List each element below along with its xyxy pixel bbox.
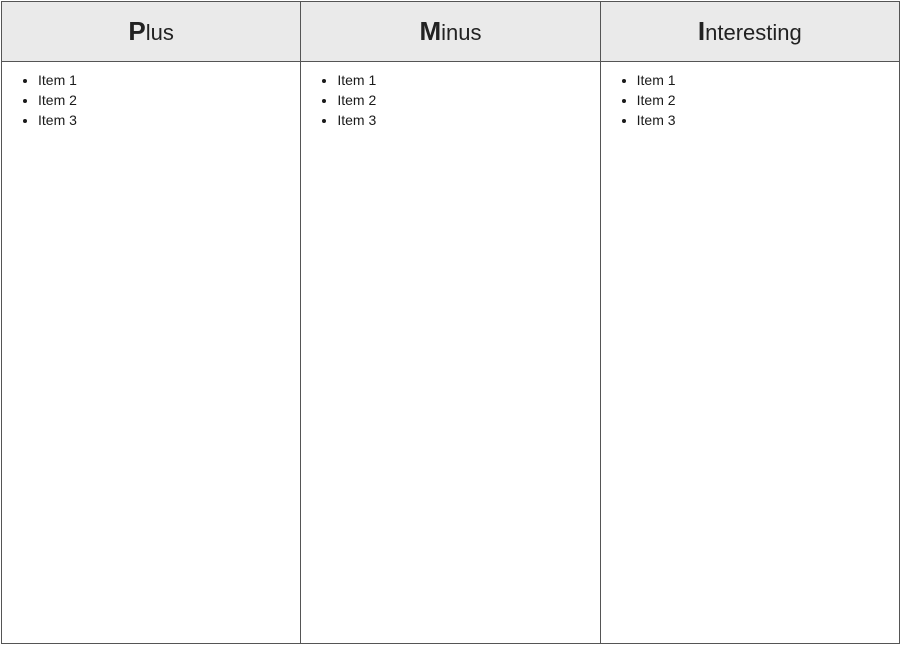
list-item: Item 2 [637,92,889,108]
plus-header: Plus [2,2,301,61]
minus-first-letter: M [419,16,441,46]
interesting-header: Interesting [601,2,899,61]
list-item: Item 1 [637,72,889,88]
minus-list: Item 1 Item 2 Item 3 [321,72,589,128]
interesting-list: Item 1 Item 2 Item 3 [621,72,889,128]
interesting-rest: nteresting [705,20,802,45]
plus-list: Item 1 Item 2 Item 3 [22,72,290,128]
list-item: Item 2 [38,92,290,108]
plus-first-letter: P [128,16,145,46]
plus-body: Item 1 Item 2 Item 3 [2,62,301,643]
plus-rest: lus [146,20,174,45]
interesting-body: Item 1 Item 2 Item 3 [601,62,899,643]
minus-body: Item 1 Item 2 Item 3 [301,62,600,643]
list-item: Item 1 [337,72,589,88]
minus-rest: inus [441,20,481,45]
body-row: Item 1 Item 2 Item 3 Item 1 Item 2 Item … [2,62,899,643]
pmi-table: Plus Minus Interesting Item 1 Item 2 Ite… [1,1,900,644]
header-row: Plus Minus Interesting [2,2,899,62]
list-item: Item 1 [38,72,290,88]
list-item: Item 3 [337,112,589,128]
minus-header: Minus [301,2,600,61]
list-item: Item 2 [337,92,589,108]
list-item: Item 3 [637,112,889,128]
list-item: Item 3 [38,112,290,128]
